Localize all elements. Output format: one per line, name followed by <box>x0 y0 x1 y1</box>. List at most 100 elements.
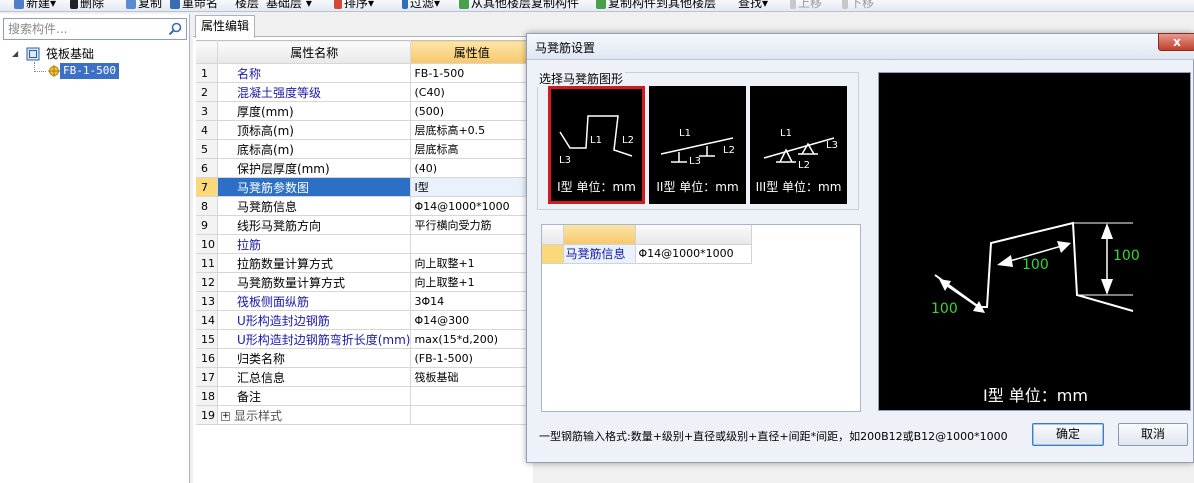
close-button[interactable]: x <box>1158 33 1194 51</box>
dialog-title: 马凳筋设置 <box>535 41 596 55</box>
row-number <box>542 244 564 264</box>
property-name: 名称 <box>217 63 412 83</box>
rebar-info-table: 马凳筋信息 Φ14@1000*1000 <box>542 225 752 264</box>
property-value-header: 属性值 <box>410 40 533 64</box>
row-number: 17 <box>196 367 218 387</box>
preview-caption: I型 单位：mm <box>983 386 1088 405</box>
filter-button[interactable]: 过滤▾ <box>402 0 440 11</box>
shape-preview: 100 100 100 I型 单位：mm <box>878 72 1191 411</box>
property-row[interactable]: 13 筏板侧面纵筋 3Φ14 <box>196 291 533 311</box>
l1-label: L1 <box>590 135 602 146</box>
search-box <box>3 18 187 40</box>
property-value[interactable]: 3Φ14 <box>410 291 533 311</box>
tab-property-edit[interactable]: 属性编辑 <box>195 15 255 38</box>
property-row[interactable]: 16 归类名称 (FB-1-500) <box>196 348 533 368</box>
property-value[interactable]: 向上取整+1 <box>410 253 533 273</box>
property-value[interactable]: (FB-1-500) <box>410 348 533 368</box>
move-up-button[interactable]: 上移 <box>790 0 822 11</box>
copy-to-floor-button[interactable]: 复制构件到其他楼层 <box>596 0 716 11</box>
cancel-button[interactable]: 取消 <box>1118 423 1188 446</box>
property-row[interactable]: 9 线形马凳筋方向 平行横向受力筋 <box>196 215 533 235</box>
property-row[interactable]: 12 马凳筋数量计算方式 向上取整+1 <box>196 272 533 292</box>
property-row[interactable]: 14 U形构造封边钢筋 Φ14@300 <box>196 310 533 330</box>
property-value[interactable]: 向上取整+1 <box>410 272 533 292</box>
collapse-triangle-icon[interactable]: ◢ <box>12 50 20 58</box>
property-value[interactable]: (500) <box>410 101 533 121</box>
l3-label: L3 <box>689 156 701 167</box>
filter-icon <box>402 0 408 9</box>
rebar-info-row[interactable]: 马凳筋信息 Φ14@1000*1000 <box>542 244 752 264</box>
property-row[interactable]: 10 拉筋 <box>196 234 533 254</box>
property-row[interactable]: 5 底标高(m) 层底标高 <box>196 139 533 159</box>
property-rows: 1 名称 FB-1-500 2 混凝土强度等级 (C40) 3 厚度(mm) (500) 4 顶标高… <box>196 63 533 425</box>
property-value[interactable]: Φ14@1000*1000 <box>410 196 533 216</box>
info-label-header <box>563 225 636 245</box>
row-number: 7 <box>196 177 218 197</box>
tree-node-label: FB-1-500 <box>60 63 119 79</box>
copy-from-floor-button[interactable]: 从其他楼层复制构件 <box>459 0 579 11</box>
floor-select[interactable]: 基础层 ▾ <box>266 0 312 11</box>
property-value[interactable]: (C40) <box>410 82 533 102</box>
l3-label: L3 <box>826 140 838 151</box>
delete-button[interactable]: 删除 <box>70 0 104 11</box>
property-row[interactable]: 18 备注 <box>196 386 533 406</box>
rebar-info-label: 马凳筋信息 <box>563 244 636 264</box>
property-value[interactable]: 层底标高+0.5 <box>410 120 533 140</box>
property-row[interactable]: 3 厚度(mm) (500) <box>196 101 533 121</box>
property-row[interactable]: 8 马凳筋信息 Φ14@1000*1000 <box>196 196 533 216</box>
property-row[interactable]: 6 保护层厚度(mm) (40) <box>196 158 533 178</box>
row-number: 3 <box>196 101 218 121</box>
property-name: 保护层厚度(mm) <box>217 158 412 178</box>
sort-button[interactable]: 排序▾ <box>334 0 374 11</box>
property-name: 混凝土强度等级 <box>217 82 412 102</box>
search-input[interactable] <box>4 19 164 39</box>
expand-plus-icon[interactable]: + <box>220 411 230 421</box>
property-value[interactable]: 层底标高 <box>410 139 533 159</box>
move-down-button[interactable]: 下移 <box>842 0 874 11</box>
property-value[interactable]: max(15*d,200) <box>410 329 533 349</box>
row-number: 18 <box>196 386 218 406</box>
row-number: 4 <box>196 120 218 140</box>
property-value[interactable]: Φ14@300 <box>410 310 533 330</box>
property-row[interactable]: 1 名称 FB-1-500 <box>196 63 533 83</box>
rename-button[interactable]: 重命名 <box>170 0 218 11</box>
property-value[interactable]: FB-1-500 <box>410 63 533 83</box>
l1-label: L1 <box>780 128 792 139</box>
find-button[interactable]: 查找▾ <box>738 0 768 11</box>
property-row[interactable]: 2 混凝土强度等级 (C40) <box>196 82 533 102</box>
shape-type-1-option[interactable]: L1 L2 L3 I型 单位：mm <box>548 86 645 204</box>
property-value[interactable] <box>410 405 533 425</box>
property-row[interactable]: 7 马凳筋参数图 I型 <box>196 177 533 197</box>
row-number: 8 <box>196 196 218 216</box>
property-value[interactable] <box>410 234 533 254</box>
row-number: 14 <box>196 310 218 330</box>
property-value[interactable]: I型 <box>410 177 533 197</box>
search-icon[interactable] <box>167 21 183 37</box>
tree-connector <box>34 71 46 72</box>
property-value[interactable]: 平行横向受力筋 <box>410 215 533 235</box>
property-value[interactable]: 筏板基础 <box>410 367 533 387</box>
property-name: 马凳筋参数图 <box>217 177 412 197</box>
ok-button[interactable]: 确定 <box>1032 423 1104 446</box>
property-value[interactable]: (40) <box>410 158 533 178</box>
new-button[interactable]: 新建▾ <box>14 0 56 11</box>
property-row[interactable]: 19 + 显示样式 <box>196 405 533 425</box>
property-name: 筏板侧面纵筋 <box>217 291 412 311</box>
property-row[interactable]: 4 顶标高(m) 层底标高+0.5 <box>196 120 533 140</box>
property-row[interactable]: 15 U形构造封边钢筋弯折长度(mm) max(15*d,200) <box>196 329 533 349</box>
row-number: 12 <box>196 272 218 292</box>
property-name: 马凳筋信息 <box>217 196 412 216</box>
property-row[interactable]: 11 拉筋数量计算方式 向上取整+1 <box>196 253 533 273</box>
copy-button[interactable]: 复制 <box>126 0 162 11</box>
tree-node-label: 筏板基础 <box>46 47 95 61</box>
property-name: 厚度(mm) <box>217 101 412 121</box>
row-number: 19 <box>196 405 218 425</box>
shape-type-2-option[interactable]: L1 L2 L3 II型 单位：mm <box>649 86 746 204</box>
property-name: + 显示样式 <box>217 405 412 425</box>
rebar-info-value[interactable]: Φ14@1000*1000 <box>635 244 752 264</box>
property-value[interactable] <box>410 386 533 406</box>
property-row[interactable]: 17 汇总信息 筏板基础 <box>196 367 533 387</box>
shape-type-3-option[interactable]: L1 L3 L2 III型 单位：mm <box>750 86 847 204</box>
property-name: 拉筋数量计算方式 <box>217 253 412 273</box>
sort-icon <box>334 0 342 9</box>
